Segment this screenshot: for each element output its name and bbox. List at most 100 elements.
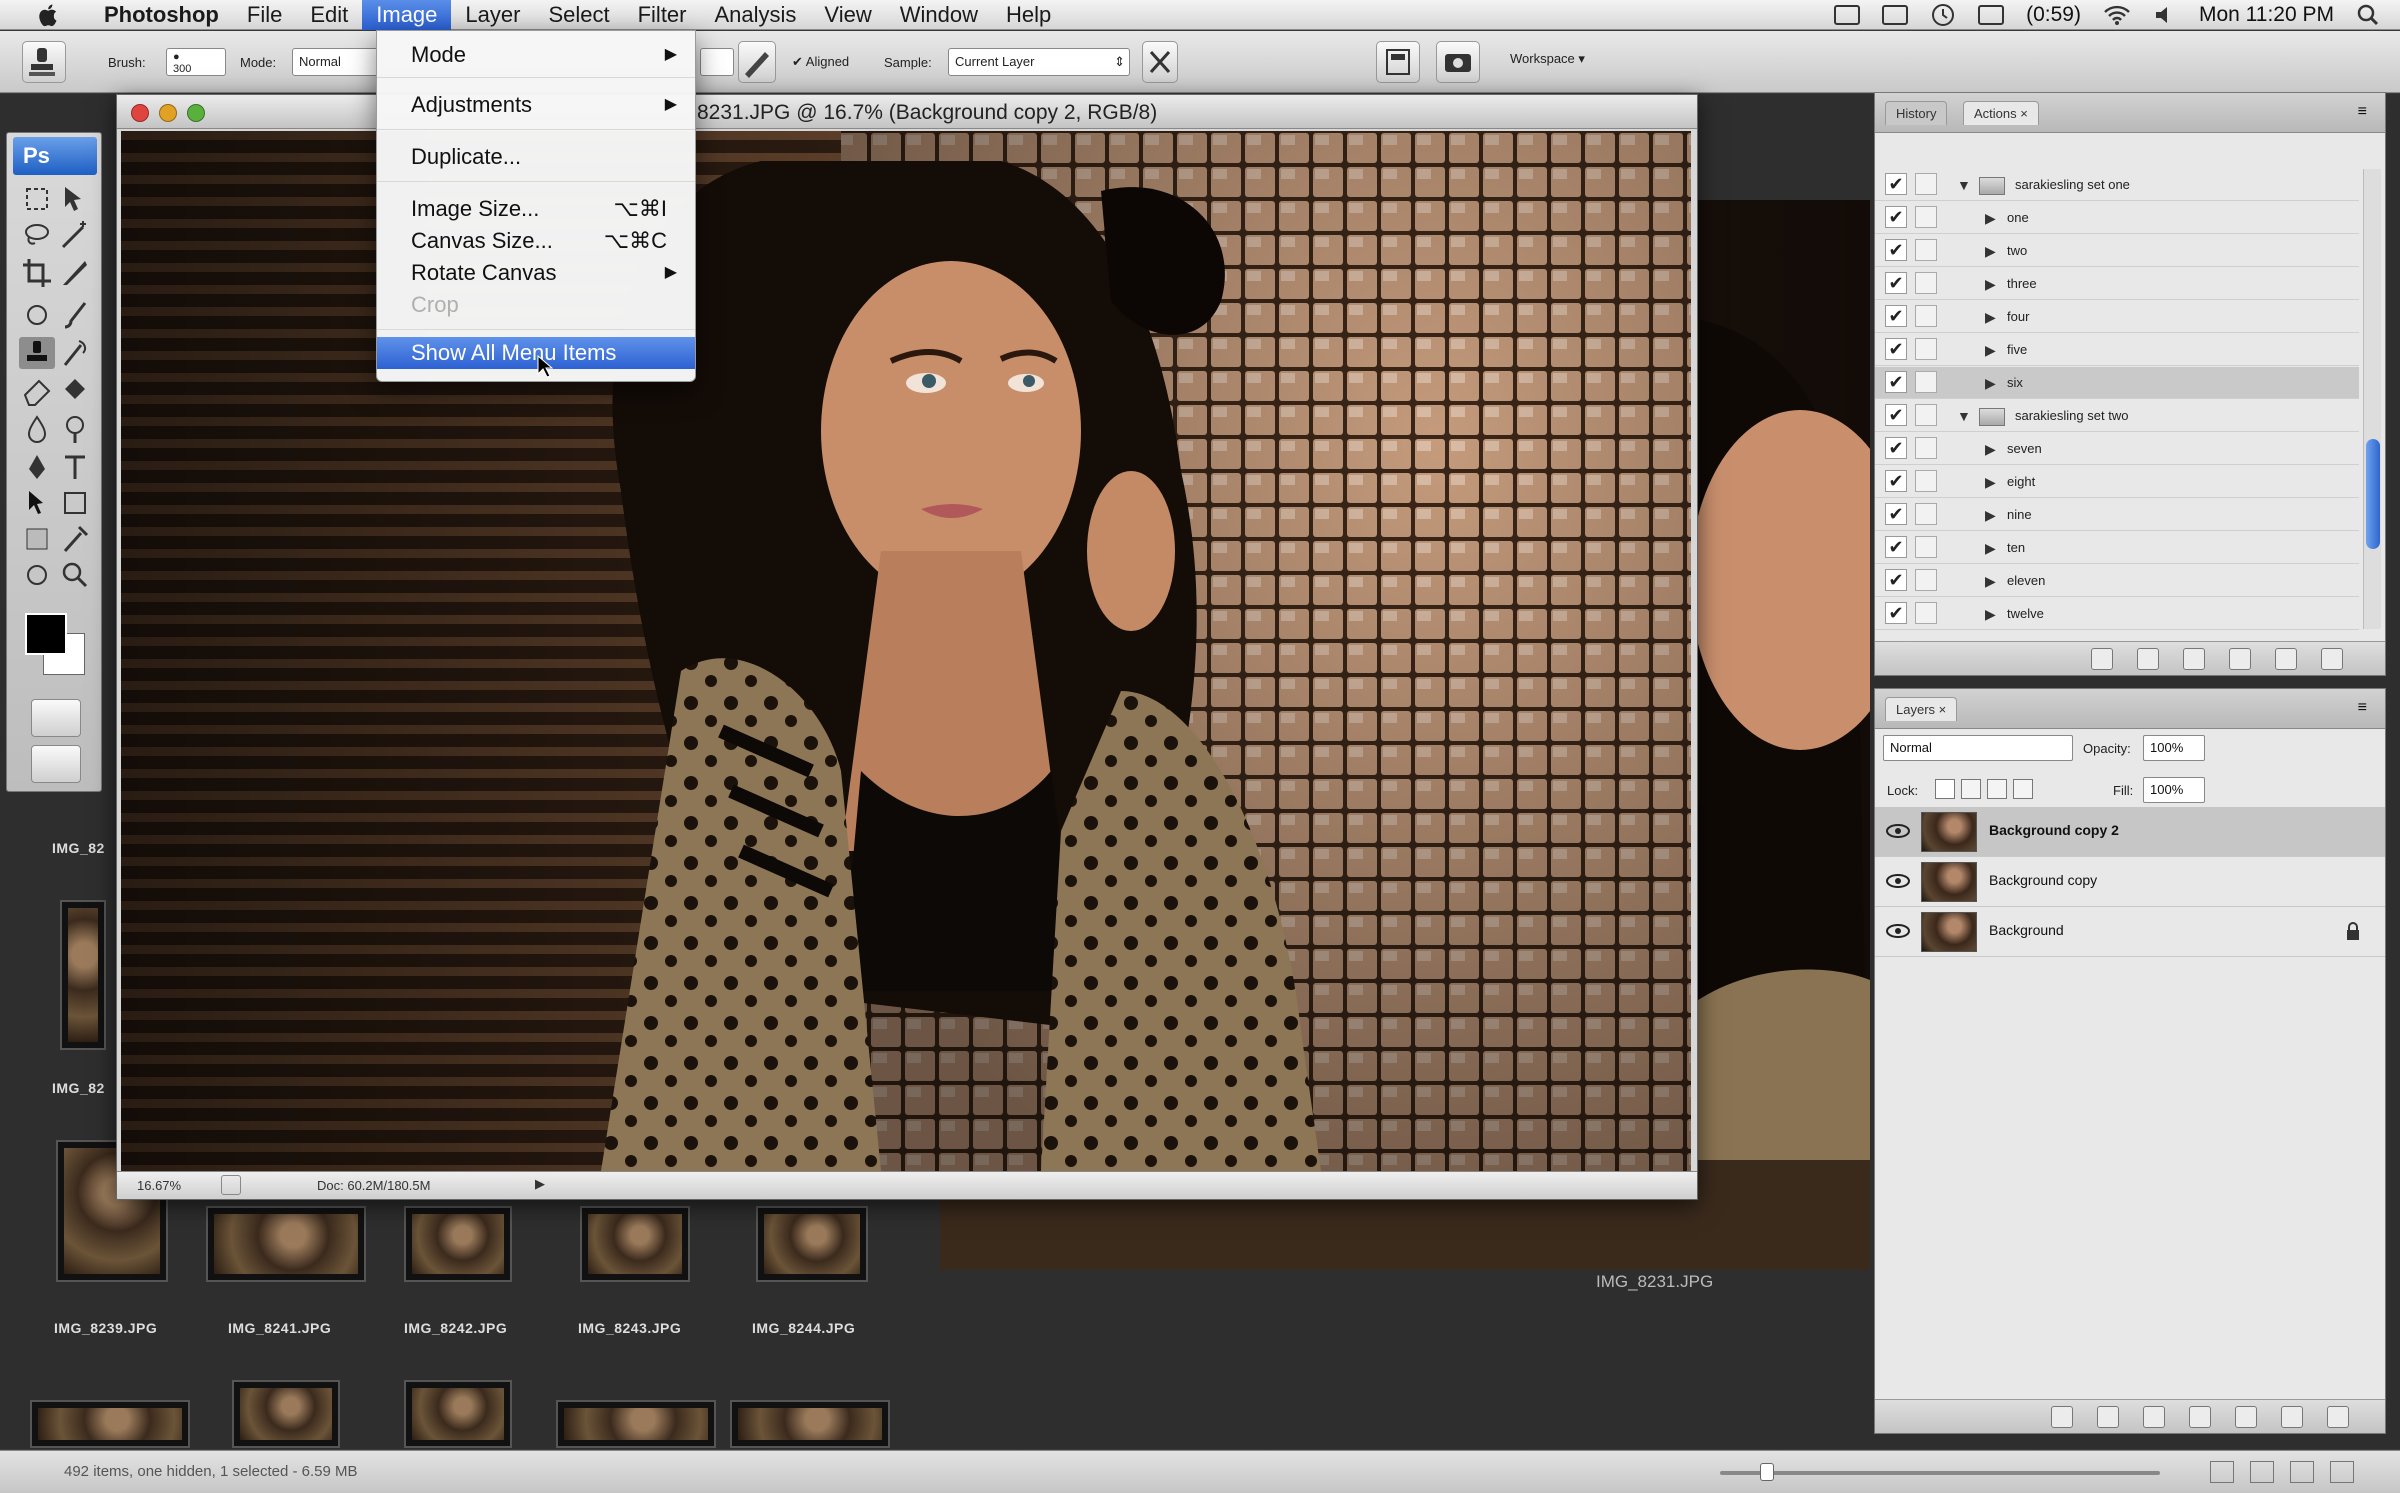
menu-image[interactable]: Image (362, 0, 452, 30)
dialog-toggle[interactable] (1915, 503, 1937, 525)
dialog-toggle[interactable] (1915, 305, 1937, 327)
adjustment-layer-icon[interactable] (2189, 1406, 2211, 1428)
sample-select[interactable]: Current Layer ⇕ (948, 48, 1130, 76)
zoom-window-icon[interactable] (187, 104, 205, 122)
checkmark-icon[interactable]: ✔ (1885, 437, 1907, 459)
panel-menu-icon[interactable]: ≡ (2358, 103, 2367, 121)
menu-clock[interactable]: Mon 11:20 PM (2199, 3, 2334, 27)
menu-filter[interactable]: Filter (624, 0, 701, 30)
notes-tool[interactable] (19, 523, 55, 555)
zoom-level[interactable]: 16.67% (137, 1178, 181, 1193)
menu-edit[interactable]: Edit (296, 0, 362, 30)
shape-tool[interactable] (57, 487, 93, 519)
actions-scrollbar[interactable] (2363, 169, 2381, 629)
checkmark-icon[interactable]: ✔ (1885, 569, 1907, 591)
eyedropper-tool[interactable] (57, 523, 93, 555)
action-row[interactable]: ✔ ▶ seven (1875, 433, 2359, 465)
blur-tool[interactable] (19, 413, 55, 445)
layer-mask-icon[interactable] (2143, 1406, 2165, 1428)
menu-item-rotate-canvas[interactable]: Rotate Canvas ▶ (377, 257, 695, 289)
menu-layer[interactable]: Layer (451, 0, 534, 30)
checkmark-icon[interactable]: ✔ (1885, 536, 1907, 558)
dialog-toggle[interactable] (1915, 404, 1937, 426)
spotlight-icon[interactable] (2356, 3, 2380, 27)
action-row[interactable]: ✔ ▶ one (1875, 202, 2359, 234)
action-row[interactable]: ✔ ▶ four (1875, 301, 2359, 333)
checkmark-icon[interactable]: ✔ (1885, 404, 1907, 426)
new-set-icon[interactable] (2229, 648, 2251, 670)
thumbnail[interactable] (30, 1400, 190, 1448)
magic-wand-tool[interactable] (57, 219, 93, 251)
expand-triangle-icon[interactable]: ▼ (1957, 169, 1971, 201)
workspace-menu[interactable]: Workspace ▾ (1510, 51, 1585, 67)
healing-brush-tool[interactable] (19, 299, 55, 331)
dialog-toggle[interactable] (1915, 602, 1937, 624)
expand-triangle-icon[interactable]: ▶ (1985, 532, 1996, 564)
eraser-tool[interactable] (19, 375, 55, 407)
volume-icon[interactable] (2153, 4, 2177, 26)
menu-item-crop[interactable]: Crop (377, 289, 695, 321)
expand-triangle-icon[interactable]: ▼ (1957, 400, 1971, 432)
new-layer-icon[interactable] (2281, 1406, 2303, 1428)
image-canvas[interactable] (121, 131, 1691, 1171)
brush-picker[interactable]: ● 300 (166, 48, 226, 76)
scroll-thumb[interactable] (2366, 439, 2380, 549)
action-row[interactable]: ✔ ▶ six (1875, 367, 2359, 399)
expand-triangle-icon[interactable]: ▶ (1985, 268, 1996, 300)
ps-logo[interactable]: Ps (13, 137, 97, 175)
expand-triangle-icon[interactable]: ▶ (1985, 598, 1996, 630)
aligned-checkbox[interactable]: ✔ Aligned (792, 54, 849, 70)
checkmark-icon[interactable]: ✔ (1885, 503, 1907, 525)
toggle-palette-button[interactable] (1376, 41, 1420, 83)
expand-triangle-icon[interactable]: ▶ (1985, 202, 1996, 234)
mode-select[interactable]: Normal (292, 48, 382, 76)
eye-icon[interactable] (1885, 821, 1911, 841)
checkmark-icon[interactable]: ✔ (1885, 206, 1907, 228)
wifi-icon[interactable] (2103, 4, 2131, 26)
thumbnail[interactable] (206, 1206, 366, 1282)
dialog-toggle[interactable] (1915, 371, 1937, 393)
thumbnail[interactable] (580, 1206, 690, 1282)
action-set-row[interactable]: ✔ ▼ sarakiesling set one (1875, 169, 2359, 201)
checkmark-icon[interactable]: ✔ (1885, 239, 1907, 261)
tab-actions[interactable]: Actions × (1963, 101, 2039, 125)
path-selection-tool[interactable] (19, 487, 55, 519)
history-brush-tool[interactable] (57, 337, 93, 369)
list-view-icon[interactable] (2250, 1461, 2274, 1483)
action-row[interactable]: ✔ ▶ nine (1875, 499, 2359, 531)
action-row[interactable]: ✔ ▶ five (1875, 334, 2359, 366)
mail-icon[interactable] (1882, 5, 1909, 25)
action-row[interactable]: ✔ ▶ eight (1875, 466, 2359, 498)
menu-file[interactable]: File (233, 0, 296, 30)
status-menu-arrow-icon[interactable]: ▶ (535, 1176, 545, 1192)
airbrush-toggle[interactable] (738, 41, 776, 83)
dodge-tool[interactable] (57, 413, 93, 445)
expand-triangle-icon[interactable]: ▶ (1985, 235, 1996, 267)
expand-triangle-icon[interactable]: ▶ (1985, 301, 1996, 333)
type-tool[interactable] (57, 451, 93, 483)
thumbnail[interactable] (232, 1380, 340, 1448)
apple-icon[interactable] (32, 2, 66, 28)
ignore-adjustment-toggle[interactable] (1142, 41, 1178, 83)
eye-icon[interactable] (1885, 871, 1911, 891)
quick-mask-button[interactable] (31, 699, 81, 737)
lock-transparent-icon[interactable] (1935, 779, 1955, 799)
marquee-tool[interactable] (19, 183, 55, 215)
checkmark-icon[interactable]: ✔ (1885, 338, 1907, 360)
lock-position-icon[interactable] (1987, 779, 2007, 799)
action-row[interactable]: ✔ ▶ ten (1875, 532, 2359, 564)
tab-layers[interactable]: Layers × (1885, 697, 1958, 721)
crop-tool[interactable] (19, 257, 55, 289)
action-row[interactable]: ✔ ▶ twelve (1875, 598, 2359, 630)
opacity-pressure-toggle[interactable] (700, 48, 734, 76)
record-icon[interactable] (2137, 648, 2159, 670)
lock-pixels-icon[interactable] (1961, 779, 1981, 799)
tool-preset-picker[interactable] (22, 41, 66, 83)
grid-view-icon[interactable] (2210, 1461, 2234, 1483)
thumbnail[interactable] (60, 900, 106, 1050)
status-icon[interactable] (221, 1175, 241, 1195)
menu-item-show-all[interactable]: Show All Menu Items (377, 337, 695, 369)
link-layers-icon[interactable] (2051, 1406, 2073, 1428)
filmstrip-view-icon[interactable] (2330, 1461, 2354, 1483)
menu-view[interactable]: View (810, 0, 885, 30)
